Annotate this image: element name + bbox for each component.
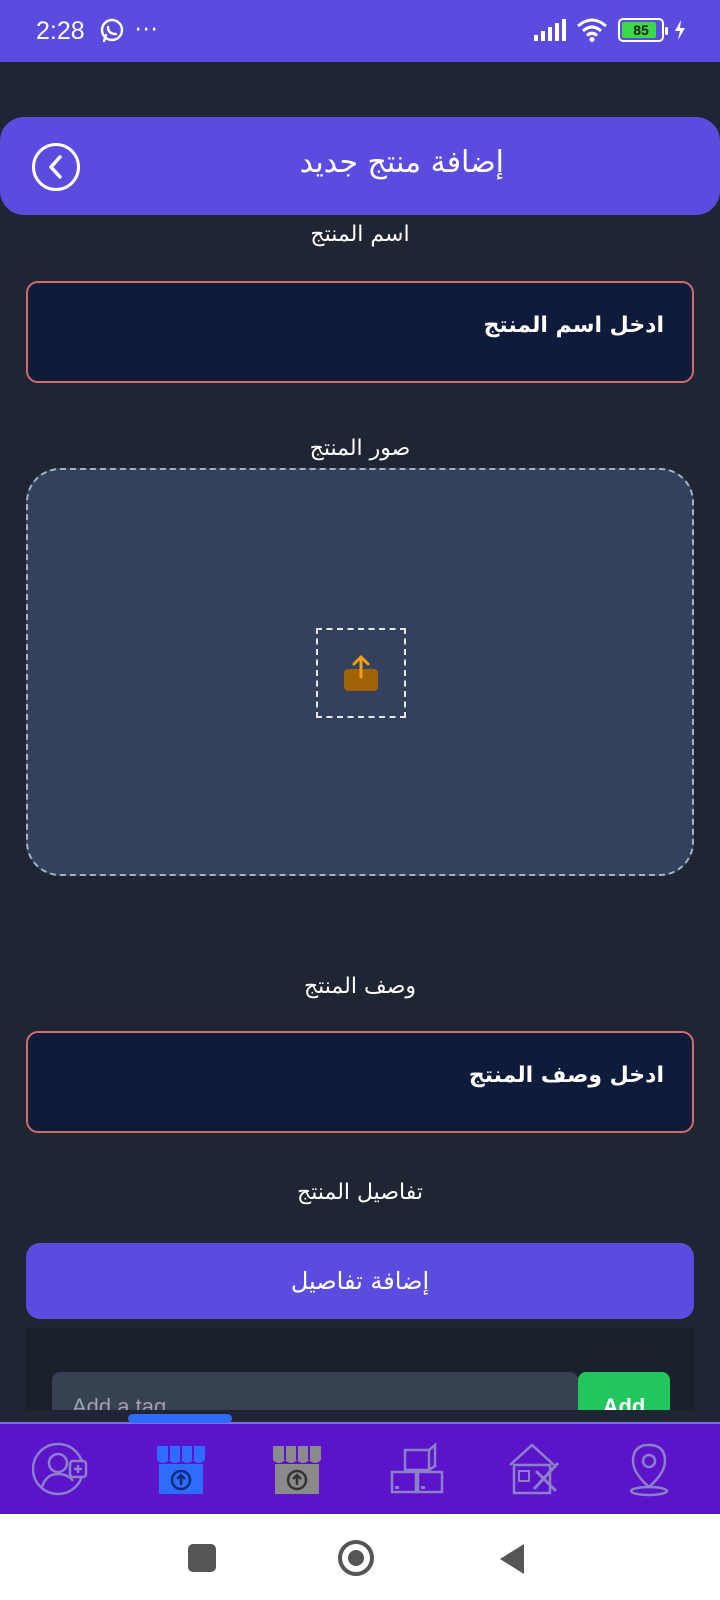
nav-item-add-product[interactable] — [146, 1434, 216, 1504]
charging-icon — [675, 20, 685, 40]
tags-panel: Add a tag Add — [26, 1328, 694, 1410]
product-name-label: اسم المنتج — [310, 222, 410, 247]
store-upload-icon — [157, 1446, 205, 1494]
product-details-label: تفاصيل المنتج — [297, 1180, 423, 1205]
boxes-icon — [390, 1442, 444, 1494]
store-upload-icon — [273, 1446, 321, 1494]
upload-icon — [344, 655, 378, 691]
product-description-label: وصف المنتج — [303, 974, 417, 999]
nav-item-add-user[interactable] — [26, 1434, 96, 1504]
whatsapp-icon — [100, 18, 123, 43]
status-time: 2:28 — [36, 16, 85, 45]
system-navigation-bar — [0, 1514, 720, 1600]
product-name-input[interactable]: ادخل اسم المنتج — [26, 281, 694, 383]
product-description-input[interactable]: ادخل وصف المنتج — [26, 1031, 694, 1133]
signal-icon — [534, 19, 566, 41]
active-tab-indicator — [128, 1414, 232, 1423]
battery-tip — [665, 27, 668, 35]
back-button[interactable] — [32, 143, 80, 191]
nav-item-inventory[interactable] — [382, 1434, 452, 1504]
tag-input[interactable]: Add a tag — [52, 1372, 578, 1410]
product-images-label: صور المنتج — [309, 436, 411, 461]
page-title: إضافة منتج جديد — [299, 145, 504, 180]
tag-add-button[interactable]: Add — [578, 1372, 670, 1410]
home-button[interactable] — [338, 1540, 374, 1576]
chevron-left-icon — [49, 155, 62, 179]
location-pin-icon — [629, 1443, 669, 1497]
upload-button[interactable] — [316, 628, 406, 718]
wifi-icon — [577, 18, 607, 42]
nav-item-properties[interactable] — [500, 1434, 570, 1504]
product-description-placeholder: ادخل وصف المنتج — [468, 1063, 664, 1088]
add-details-button[interactable]: إضافة تفاصيل — [26, 1243, 694, 1319]
property-tools-icon — [509, 1443, 560, 1495]
add-user-icon — [32, 1442, 88, 1496]
nav-item-location[interactable] — [614, 1434, 684, 1504]
notification-more-icon: ··· — [134, 18, 159, 43]
status-bar: 2:28 ··· 85 — [0, 0, 720, 62]
recents-button[interactable] — [188, 1544, 216, 1572]
battery-level: 85 — [633, 22, 649, 38]
product-name-placeholder: ادخل اسم المنتج — [483, 313, 664, 338]
battery-icon: 85 — [618, 18, 668, 42]
bottom-navigation — [0, 1422, 720, 1514]
image-upload-area[interactable] — [26, 468, 694, 876]
system-back-button[interactable] — [500, 1544, 524, 1574]
nav-item-products[interactable] — [262, 1434, 332, 1504]
page-header: إضافة منتج جديد — [0, 117, 720, 215]
